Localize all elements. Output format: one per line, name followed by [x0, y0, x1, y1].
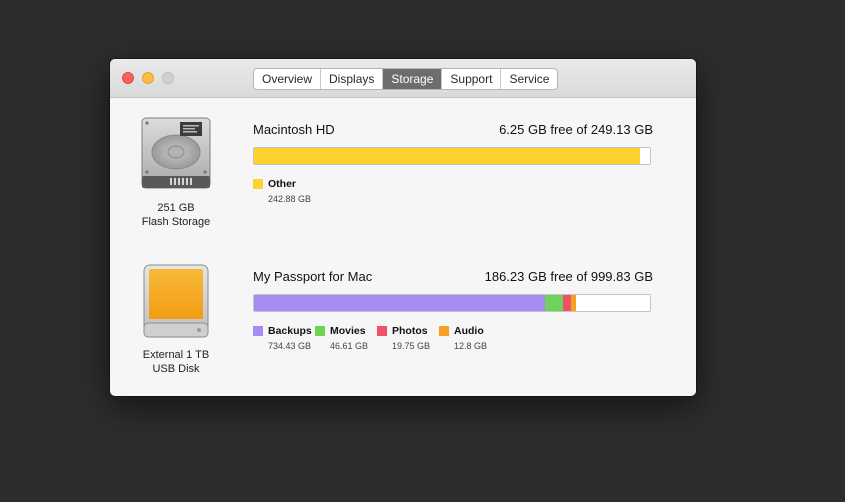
legend-value: 242.88 GB — [268, 194, 312, 204]
external-drive-capacity: External 1 TB — [142, 349, 210, 361]
zoom-window-button[interactable] — [162, 72, 174, 84]
storage-segment-other — [254, 148, 641, 164]
storage-segment-audio — [571, 295, 577, 311]
disk-name-macintosh-hd: Macintosh HD — [253, 122, 335, 137]
disk-name-my-passport: My Passport for Mac — [253, 269, 373, 284]
legend-item-movies: Movies 46.61 GB — [315, 325, 377, 355]
title-bar: Overview Displays Storage Support Servic… — [110, 59, 696, 98]
legend-label: Audio — [454, 325, 484, 337]
internal-drive-capacity: 251 GB — [157, 202, 195, 214]
external-drive-type: USB Disk — [152, 363, 200, 375]
legend-label: Backups — [268, 325, 312, 337]
storage-usage-bar-macintosh-hd — [253, 147, 651, 165]
tab-support[interactable]: Support — [442, 69, 502, 89]
minimize-window-button[interactable] — [142, 72, 154, 84]
legend-value: 46.61 GB — [330, 341, 369, 351]
storage-legend-macintosh-hd: Other 242.88 GB — [253, 178, 315, 208]
internal-hard-drive-icon — [141, 117, 211, 189]
tab-displays[interactable]: Displays — [321, 69, 384, 89]
legend-swatch — [315, 326, 325, 336]
legend-item-photos: Photos 19.75 GB — [377, 325, 439, 355]
legend-label: Photos — [392, 325, 428, 337]
storage-segment-photos — [563, 295, 572, 311]
external-usb-disk-icon — [143, 264, 209, 338]
tab-service[interactable]: Service — [501, 69, 557, 89]
about-this-mac-window: Overview Displays Storage Support Servic… — [110, 59, 696, 396]
storage-usage-bar-my-passport — [253, 294, 651, 312]
internal-drive-type: Flash Storage — [141, 216, 211, 228]
legend-value: 734.43 GB — [268, 341, 312, 351]
legend-value: 19.75 GB — [392, 341, 431, 351]
storage-segment-movies — [544, 295, 564, 311]
close-window-button[interactable] — [122, 72, 134, 84]
legend-swatch — [253, 326, 263, 336]
legend-label: Movies — [330, 325, 366, 337]
tab-storage[interactable]: Storage — [383, 69, 443, 89]
external-drive-caption: External 1 TB USB Disk — [116, 348, 236, 376]
legend-swatch — [377, 326, 387, 336]
internal-drive-caption: 251 GB Flash Storage — [116, 201, 236, 229]
storage-segment-backups — [254, 295, 545, 311]
legend-value: 12.8 GB — [454, 341, 488, 351]
legend-item-backups: Backups 734.43 GB — [253, 325, 315, 355]
tab-bar: Overview Displays Storage Support Servic… — [253, 68, 559, 90]
tab-overview[interactable]: Overview — [254, 69, 322, 89]
legend-label: Other — [268, 178, 297, 190]
storage-legend-my-passport: Backups 734.43 GB Movies 46.61 GB Photos 19.7… — [253, 325, 501, 355]
legend-swatch — [253, 179, 263, 189]
disk-free-space-macintosh-hd: 6.25 GB free of 249.13 GB — [499, 122, 653, 137]
legend-item-audio: Audio 12.8 GB — [439, 325, 501, 355]
legend-item-other: Other 242.88 GB — [253, 178, 315, 208]
disk-free-space-my-passport: 186.23 GB free of 999.83 GB — [484, 269, 653, 284]
legend-swatch — [439, 326, 449, 336]
